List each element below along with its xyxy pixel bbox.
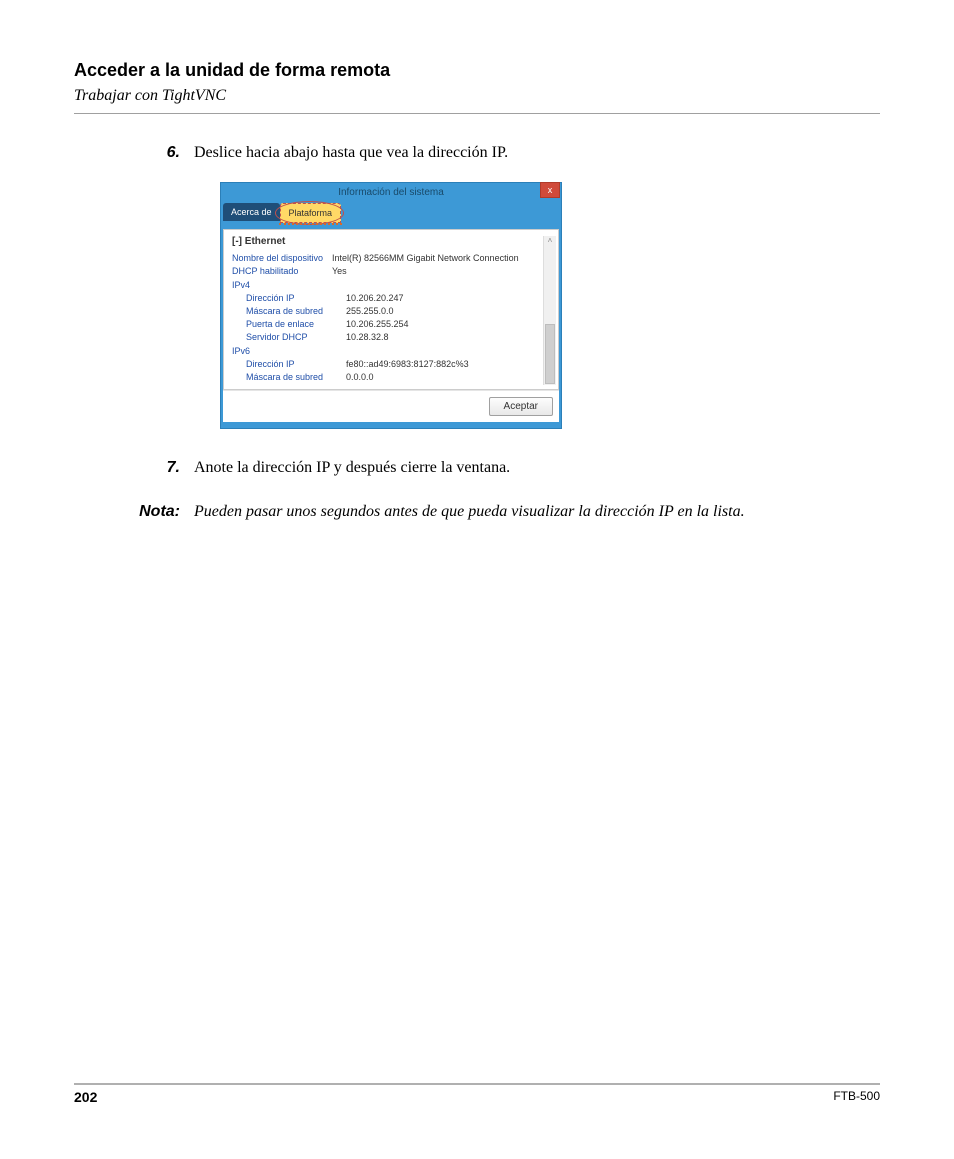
page-subtitle: Trabajar con TightVNC (74, 87, 880, 114)
step-7: 7. Anote la dirección IP y después cierr… (74, 459, 880, 477)
tab-about[interactable]: Acerca de (223, 203, 280, 221)
system-info-window: Información del sistema x Acerca de Plat… (220, 182, 562, 429)
button-row: Aceptar (223, 390, 559, 422)
page-number: 202 (74, 1089, 97, 1105)
note-label: Nota: (74, 503, 194, 521)
row-device-name: Nombre del dispositivo Intel(R) 82566MM … (232, 253, 543, 263)
row-ipv6-mask: Máscara de subred 0.0.0.0 (232, 372, 543, 382)
model-label: FTB-500 (833, 1089, 880, 1105)
window-titlebar[interactable]: Información del sistema x (221, 183, 561, 201)
ok-button[interactable]: Aceptar (489, 397, 553, 416)
ipv4-header: IPv4 (232, 280, 543, 290)
note: Nota: Pueden pasar unos segundos antes d… (74, 503, 880, 521)
scrollbar[interactable]: ˄ ˅ (543, 236, 556, 385)
note-text: Pueden pasar unos segundos antes de que … (194, 503, 880, 521)
ipv6-header: IPv6 (232, 346, 543, 356)
step-number: 6. (74, 144, 194, 162)
row-ipv6-ip: Dirección IP fe80::ad49:6983:8127:882c%3 (232, 359, 543, 369)
step-number: 7. (74, 459, 194, 477)
embedded-screenshot: Información del sistema x Acerca de Plat… (220, 182, 880, 429)
page-title: Acceder a la unidad de forma remota (74, 60, 880, 81)
step-text: Deslice hacia abajo hasta que vea la dir… (194, 144, 880, 162)
ethernet-section-header: [-] Ethernet (232, 236, 543, 247)
row-ipv4-dhcp-server: Servidor DHCP 10.28.32.8 (232, 332, 543, 342)
window-title: Información del sistema (338, 187, 444, 198)
tab-platform-label: Plataforma (289, 208, 333, 218)
row-ipv4-gateway: Puerta de enlace 10.206.255.254 (232, 319, 543, 329)
annotation-underline (279, 220, 343, 225)
row-dhcp-enabled: DHCP habilitado Yes (232, 266, 543, 276)
close-icon[interactable]: x (540, 182, 560, 198)
row-ipv4-ip: Dirección IP 10.206.20.247 (232, 293, 543, 303)
row-ipv4-mask: Máscara de subred 255.255.0.0 (232, 306, 543, 316)
info-panel: [-] Ethernet Nombre del dispositivo Inte… (223, 229, 559, 390)
tab-bar: Acerca de Plataforma (223, 203, 559, 223)
step-6: 6. Deslice hacia abajo hasta que vea la … (74, 144, 880, 162)
page-footer: 202 FTB-500 (74, 1083, 880, 1105)
step-text: Anote la dirección IP y después cierre l… (194, 459, 880, 477)
tab-platform[interactable]: Plataforma (280, 203, 342, 223)
scroll-up-icon[interactable]: ˄ (548, 236, 553, 245)
scroll-thumb[interactable] (545, 324, 555, 384)
